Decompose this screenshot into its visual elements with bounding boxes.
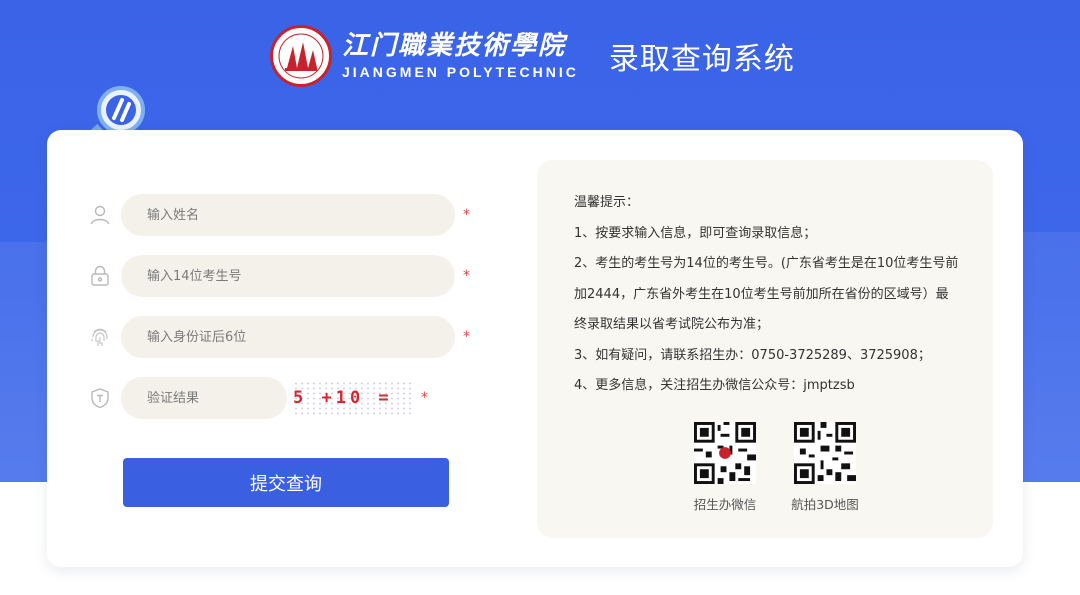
tips-title: 温馨提示： bbox=[574, 195, 640, 210]
required-mark: * bbox=[463, 268, 470, 284]
tips-line: 4、更多信息，关注招生办微信公众号：jmptzsb bbox=[574, 378, 855, 393]
lock-icon bbox=[87, 263, 113, 289]
page-title: 录取查询系统 bbox=[608, 42, 795, 77]
tips-line: 终录取结果以省考试院公布为准； bbox=[574, 317, 770, 332]
id-field-row: * bbox=[87, 316, 470, 358]
submit-query-button[interactable]: 提交查询 bbox=[123, 458, 449, 507]
site-header: 江门職業技術學院 JIANGMEN POLYTECHNIC 录取查询系统 bbox=[270, 25, 795, 87]
qr-map: 航拍3D地图 bbox=[785, 422, 865, 513]
qr-code-icon bbox=[694, 422, 756, 484]
tips-line: 3、如有疑问，请联系招生办：0750-3725289、3725908； bbox=[574, 347, 931, 363]
exam-no-field-row: * bbox=[87, 255, 470, 297]
exam-number-input[interactable] bbox=[121, 255, 455, 297]
required-mark: * bbox=[463, 207, 470, 223]
user-icon bbox=[87, 202, 113, 228]
tips-panel: 温馨提示： 1、按要求输入信息，即可查询录取信息； 2、考生的考生号为14位的考… bbox=[537, 160, 993, 538]
shield-icon bbox=[87, 385, 113, 411]
college-name-cn: 江门職業技術學院 bbox=[342, 31, 567, 61]
qr-label: 招生办微信 bbox=[693, 497, 757, 512]
qr-wechat: 招生办微信 bbox=[685, 422, 765, 513]
required-mark: * bbox=[421, 390, 428, 406]
tips-line: 2、考生的考生号为14位的考生号。(广东省考生是在10位考生号前 bbox=[574, 256, 959, 271]
name-field-row: * bbox=[87, 194, 470, 236]
id-last-six-input[interactable] bbox=[121, 316, 455, 358]
college-name-en: JIANGMEN POLYTECHNIC bbox=[342, 64, 579, 80]
captcha-result-input[interactable] bbox=[121, 377, 287, 419]
query-card: * * * 5 +10 = * bbox=[47, 130, 1023, 567]
captcha-image[interactable]: 5 +10 = bbox=[293, 381, 413, 415]
name-input[interactable] bbox=[121, 194, 455, 236]
tips-line: 1、按要求输入信息，即可查询录取信息； bbox=[574, 225, 817, 241]
required-mark: * bbox=[463, 329, 470, 345]
college-name: 江门職業技術學院 JIANGMEN POLYTECHNIC bbox=[342, 33, 579, 79]
qr-code-icon bbox=[794, 422, 856, 484]
captcha-field-row: 5 +10 = * bbox=[87, 377, 428, 419]
qr-code-area: 招生办微信 航拍3D地图 bbox=[685, 422, 885, 513]
fingerprint-icon bbox=[87, 324, 113, 350]
tips-line: 加2444，广东省外考生在10位考生号前加所在省份的区域号）最 bbox=[574, 286, 949, 302]
qr-label: 航拍3D地图 bbox=[791, 497, 859, 512]
captcha-question: 5 +10 = bbox=[293, 388, 393, 408]
college-logo-icon bbox=[270, 25, 332, 87]
